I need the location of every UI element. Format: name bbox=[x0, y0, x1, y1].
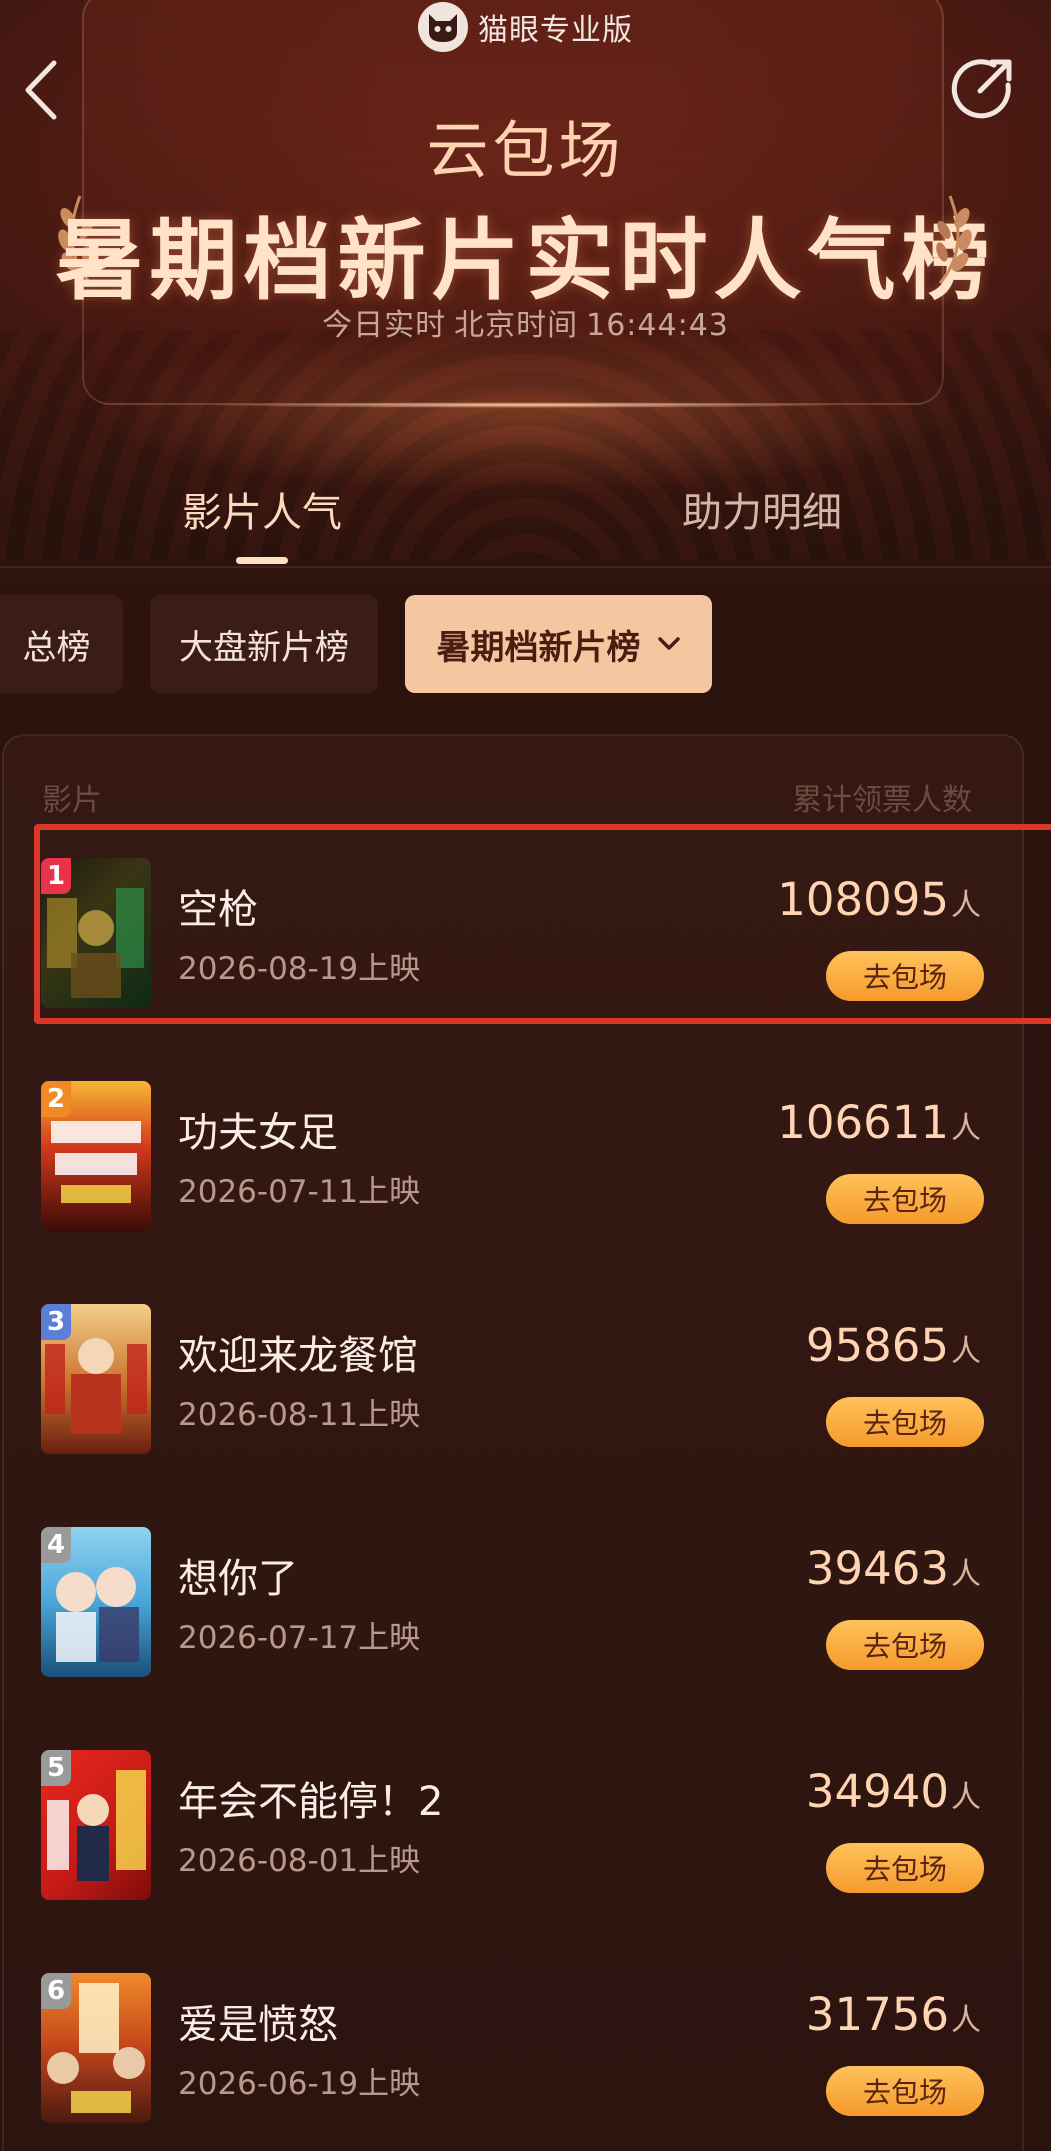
movie-title: 想你了 bbox=[178, 1556, 298, 1602]
movie-title: 爱是愤怒 bbox=[178, 2002, 338, 2048]
list-item[interactable]: 5 年会不能停！2 2026-08-01上映 34940人 去包场 bbox=[0, 1737, 1051, 1927]
realtime-clock: 今日实时 北京时间 16:44:43 bbox=[0, 300, 1051, 344]
tab-support-details[interactable]: 助力明细 bbox=[682, 480, 842, 538]
divider bbox=[0, 566, 1051, 568]
release-date: 2026-07-17上映 bbox=[178, 1620, 421, 1656]
movie-poster: 2 bbox=[41, 1081, 151, 1231]
ticket-count-unit: 人 bbox=[951, 1111, 981, 1146]
movie-title: 年会不能停！2 bbox=[178, 1779, 444, 1825]
filter-chip-label: 总榜 bbox=[22, 627, 91, 668]
time-prefix: 今日实时 bbox=[322, 308, 447, 343]
book-screening-button[interactable]: 去包场 bbox=[826, 1397, 984, 1447]
release-date: 2026-07-11上映 bbox=[178, 1174, 421, 1210]
page: 猫眼专业版 云包场 暑期档新片实时人气榜 今日实时 北京时间 16:44:43 … bbox=[0, 0, 1051, 2151]
ticket-count: 39463人 bbox=[806, 1542, 981, 1595]
movie-title: 欢迎来龙餐馆 bbox=[178, 1333, 418, 1379]
time-value: 16:44:43 bbox=[586, 308, 729, 343]
list-item[interactable]: 3 欢迎来龙餐馆 2026-08-11上映 95865人 去包场 bbox=[0, 1291, 1051, 1481]
ticket-count-value: 31756 bbox=[805, 1988, 949, 2041]
movie-poster: 6 bbox=[41, 1973, 151, 2123]
time-zone: 北京时间 bbox=[454, 308, 579, 343]
filter-chip-market-new[interactable]: 大盘新片榜 bbox=[150, 595, 378, 693]
ticket-count-value: 34940 bbox=[805, 1765, 949, 1818]
main-tabs: 影片人气 助力明细 bbox=[0, 470, 1051, 570]
release-date: 2026-08-11上映 bbox=[178, 1397, 421, 1433]
rank-badge: 2 bbox=[41, 1081, 71, 1117]
release-date: 2026-06-19上映 bbox=[178, 2066, 421, 2102]
ticket-count-unit: 人 bbox=[951, 1780, 981, 1815]
ticket-count: 106611人 bbox=[777, 1096, 981, 1149]
laurel-right-icon bbox=[936, 195, 972, 284]
header-title: 暑期档新片实时人气榜 bbox=[55, 209, 996, 312]
release-date: 2026-08-01上映 bbox=[178, 1843, 421, 1879]
rank-badge: 1 bbox=[41, 858, 71, 894]
movie-poster: 5 bbox=[41, 1750, 151, 1900]
brand: 猫眼专业版 bbox=[0, 2, 1051, 52]
filter-chip-summer-new[interactable]: 暑期档新片榜 bbox=[405, 595, 712, 693]
book-screening-button[interactable]: 去包场 bbox=[826, 1843, 984, 1893]
ticket-count-unit: 人 bbox=[951, 2003, 981, 2038]
header-subtitle: 云包场 bbox=[426, 114, 625, 187]
ticket-count-value: 95865 bbox=[805, 1319, 949, 1372]
rank-badge: 5 bbox=[41, 1750, 71, 1786]
list-item[interactable]: 6 爱是愤怒 2026-06-19上映 31756人 去包场 bbox=[0, 1960, 1051, 2150]
list-item[interactable]: 1 空枪 2026-08-19上映 108095人 去包场 bbox=[0, 845, 1051, 1035]
rank-badge: 6 bbox=[41, 1973, 71, 2009]
book-screening-button[interactable]: 去包场 bbox=[826, 951, 984, 1001]
release-date: 2026-08-19上映 bbox=[178, 951, 421, 987]
movie-poster: 3 bbox=[41, 1304, 151, 1454]
tab-movie-popularity[interactable]: 影片人气 bbox=[182, 480, 342, 538]
filter-chip-label: 暑期档新片榜 bbox=[436, 627, 641, 668]
ticket-count: 108095人 bbox=[777, 873, 981, 926]
list-item[interactable]: 2 功夫女足 2026-07-11上映 106611人 去包场 bbox=[0, 1068, 1051, 1258]
movie-poster: 4 bbox=[41, 1527, 151, 1677]
book-screening-button[interactable]: 去包场 bbox=[826, 1174, 984, 1224]
rank-badge: 4 bbox=[41, 1527, 71, 1563]
screen-glow bbox=[200, 402, 850, 408]
book-screening-button[interactable]: 去包场 bbox=[826, 1620, 984, 1670]
filter-chip-label: 大盘新片榜 bbox=[179, 627, 349, 668]
ticket-count-unit: 人 bbox=[951, 1334, 981, 1369]
ticket-count: 34940人 bbox=[806, 1765, 981, 1818]
rank-badge: 3 bbox=[41, 1304, 71, 1340]
movie-title: 空枪 bbox=[178, 887, 258, 933]
list-item[interactable]: 4 想你了 2026-07-17上映 39463人 去包场 bbox=[0, 1514, 1051, 1704]
ticket-count-value: 39463 bbox=[805, 1542, 949, 1595]
brand-text: 猫眼专业版 bbox=[478, 13, 633, 48]
ticket-count: 95865人 bbox=[806, 1319, 981, 1372]
ticket-count-unit: 人 bbox=[951, 1557, 981, 1592]
ticket-count-value: 106611 bbox=[777, 1096, 949, 1149]
movie-title: 功夫女足 bbox=[178, 1110, 338, 1156]
active-tab-indicator bbox=[236, 557, 288, 564]
ticket-count: 31756人 bbox=[806, 1988, 981, 2041]
filter-chip-overall[interactable]: 总榜 bbox=[0, 595, 123, 693]
ticket-count-unit: 人 bbox=[951, 888, 981, 923]
maoyan-logo-icon bbox=[418, 2, 468, 52]
chevron-down-icon bbox=[657, 637, 680, 650]
column-header-count: 累计领票人数 bbox=[792, 783, 972, 818]
column-header-movie: 影片 bbox=[42, 783, 102, 818]
ticket-count-value: 108095 bbox=[777, 873, 949, 926]
movie-poster: 1 bbox=[41, 858, 151, 1008]
book-screening-button[interactable]: 去包场 bbox=[826, 2066, 984, 2116]
